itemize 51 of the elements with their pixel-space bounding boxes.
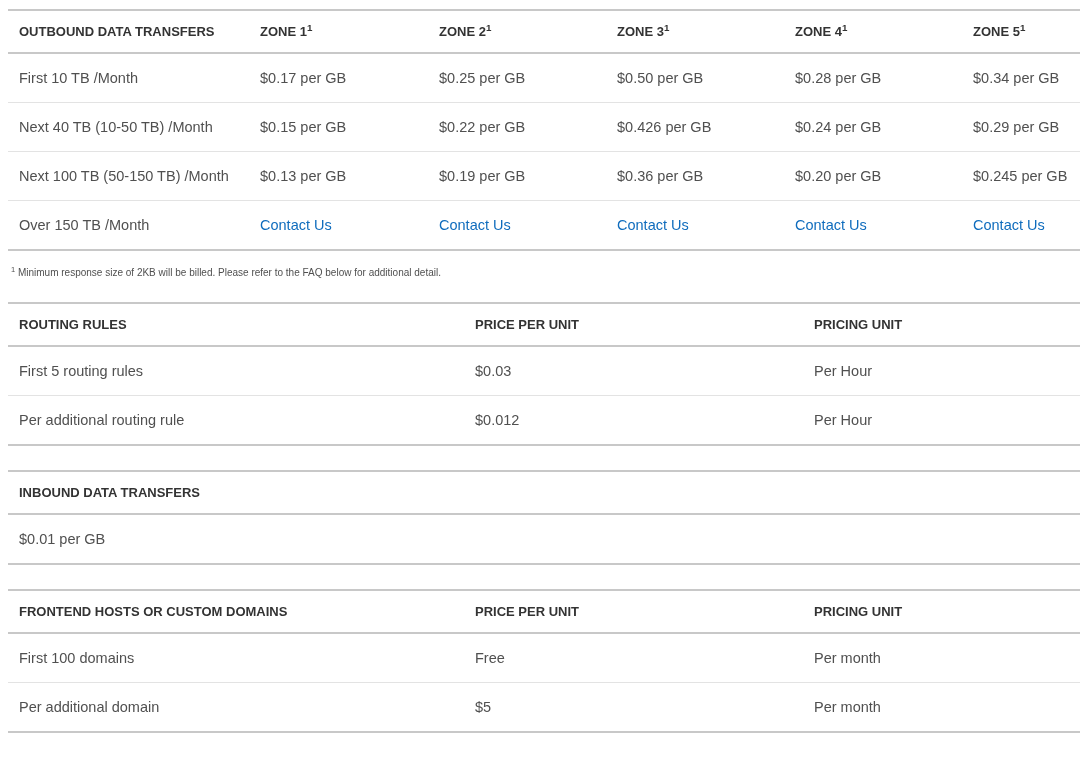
column-header: PRICING UNIT: [814, 316, 903, 332]
table-cell: Next 100 TB (50-150 TB) /Month: [19, 168, 229, 184]
table-cell: $0.36 per GB: [617, 168, 704, 184]
contact-link[interactable]: Contact Us: [973, 217, 1045, 233]
table-cell: First 5 routing rules: [19, 363, 144, 379]
table-cell: $0.28 per GB: [795, 70, 882, 86]
column-header: INBOUND DATA TRANSFERS: [19, 484, 201, 500]
table-cell: $0.50 per GB: [617, 70, 704, 86]
column-header: PRICE PER UNIT: [475, 603, 579, 619]
table-cell: $0.19 per GB: [439, 168, 526, 184]
column-header: ZONE 4$^{1}$: [795, 23, 848, 39]
table-cell: Per Hour: [814, 412, 873, 428]
contact-link[interactable]: Contact Us: [795, 217, 867, 233]
table-cell: $0.17 per GB: [260, 70, 347, 86]
column-header: ZONE 3$^{1}$: [617, 23, 670, 39]
table-cell: Over 150 TB /Month: [19, 217, 150, 233]
table-cell: $0.426 per GB: [617, 119, 712, 135]
table-cell: Free: [475, 650, 505, 666]
contact-link[interactable]: Contact Us: [617, 217, 689, 233]
table-cell: $0.03: [475, 363, 512, 379]
table-cell: Per additional routing rule: [19, 412, 185, 428]
table-cell: Per month: [814, 699, 881, 715]
column-header: PRICING UNIT: [814, 603, 903, 619]
table-cell: $0.20 per GB: [795, 168, 882, 184]
table-cell: Per month: [814, 650, 881, 666]
column-header: ROUTING RULES: [19, 316, 127, 332]
table-cell: $0.01 per GB: [19, 531, 106, 547]
column-header: OUTBOUND DATA TRANSFERS: [19, 23, 215, 39]
table-cell: $0.34 per GB: [973, 70, 1060, 86]
table-cell: $0.22 per GB: [439, 119, 526, 135]
column-header: ZONE 2$^{1}$: [439, 23, 492, 39]
table-cell: Next 40 TB (10-50 TB) /Month: [19, 119, 213, 135]
table-cell: First 100 domains: [19, 650, 135, 666]
table-cell: Per Hour: [814, 363, 873, 379]
contact-link[interactable]: Contact Us: [439, 217, 511, 233]
contact-link[interactable]: Contact Us: [260, 217, 332, 233]
table-cell: $0.25 per GB: [439, 70, 526, 86]
table-cell: $0.15 per GB: [260, 119, 347, 135]
column-header: ZONE 5$^{1}$: [973, 23, 1026, 39]
table-cell: $0.245 per GB: [973, 168, 1068, 184]
table-cell: Per additional domain: [19, 699, 160, 715]
footnote: $^{1}$ Minimum response size of 2KB will be billed. Please refer to the FAQ below for additional detail.: [11, 267, 441, 278]
table-cell: $0.13 per GB: [260, 168, 347, 184]
table-cell: $0.012: [475, 412, 520, 428]
table-cell: $0.29 per GB: [973, 119, 1060, 135]
column-header: PRICE PER UNIT: [475, 316, 579, 332]
column-header: ZONE 1$^{1}$: [260, 23, 313, 39]
table-cell: First 10 TB /Month: [19, 70, 138, 86]
table-cell: $5: [475, 699, 492, 715]
column-header: FRONTEND HOSTS OR CUSTOM DOMAINS: [19, 603, 288, 619]
table-cell: $0.24 per GB: [795, 119, 882, 135]
